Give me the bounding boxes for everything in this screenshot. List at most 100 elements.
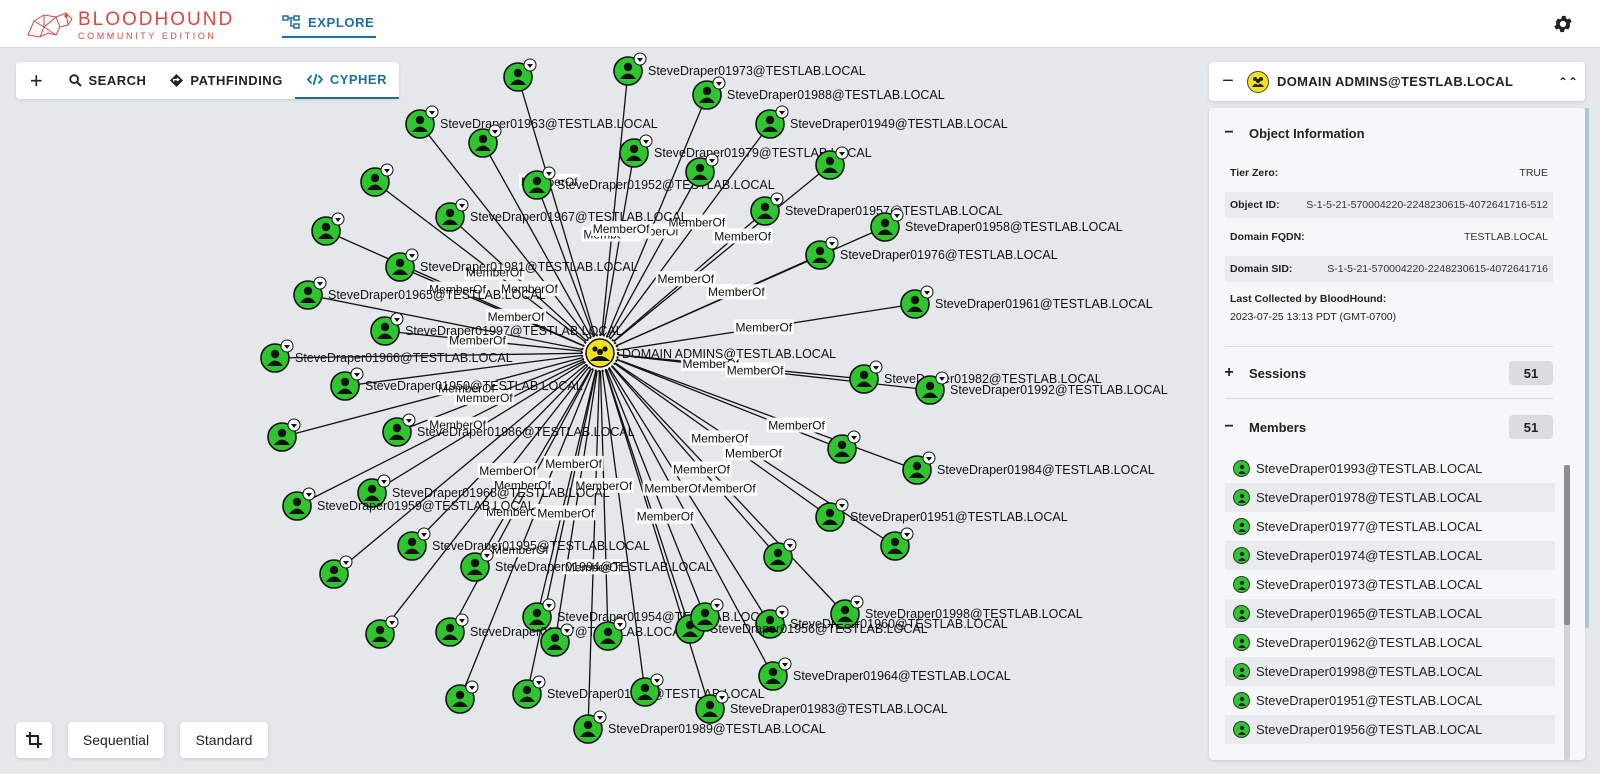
section-divider [1225,346,1553,347]
gear-icon[interactable] [1552,13,1574,35]
object-id-key: Object ID: [1230,199,1280,211]
edge-label: MemberOf [689,430,750,446]
member-list-item[interactable]: SteveDraper01974@TESTLAB.LOCAL [1225,541,1555,570]
user-node[interactable] [360,163,394,197]
user-node[interactable] [902,451,936,485]
user-node[interactable] [512,675,546,709]
user-node[interactable] [827,430,861,464]
user-icon [1233,721,1250,738]
object-id-row: Object ID: S-1-5-21-570004220-2248230615… [1225,192,1553,218]
user-node[interactable] [435,198,469,232]
member-name: SteveDraper01956@TESTLAB.LOCAL [1256,722,1483,737]
user-node[interactable] [445,680,479,714]
member-list-item[interactable]: SteveDraper01962@TESTLAB.LOCAL [1225,628,1555,657]
tab-cypher[interactable]: CYPHER [294,62,399,99]
edge-label-text: MemberOf [727,363,784,377]
member-of-edge[interactable] [599,352,711,710]
user-node[interactable] [282,487,316,521]
user-node[interactable] [849,360,883,394]
user-node[interactable] [397,527,431,561]
user-node[interactable] [750,192,784,226]
user-node[interactable] [460,548,494,582]
member-list-item[interactable]: SteveDraper01951@TESTLAB.LOCAL [1225,686,1555,715]
user-node[interactable] [758,657,792,691]
edge-label-text: MemberOf [725,446,782,460]
node-label: SteveDraper01981@TESTLAB.LOCAL [420,260,638,274]
node-label: SteveDraper01986@TESTLAB.LOCAL [417,425,635,439]
edge-label: MemberOf [712,228,773,244]
node-label: SteveDraper01992@TESTLAB.LOCAL [950,383,1168,397]
expand-icon: + [1224,364,1234,381]
member-list-item[interactable]: SteveDraper01978@TESTLAB.LOCAL [1225,483,1555,512]
member-of-edge[interactable] [599,164,831,354]
member-list-item[interactable]: SteveDraper01956@TESTLAB.LOCAL [1225,715,1555,744]
user-node[interactable] [311,212,345,246]
member-name: SteveDraper01974@TESTLAB.LOCAL [1256,548,1483,563]
member-list-item[interactable]: SteveDraper01965@TESTLAB.LOCAL [1225,599,1555,628]
crop-icon [26,732,42,748]
tier-zero-key: Tier Zero: [1230,167,1279,179]
domain-fqdn-value: TESTLAB.LOCAL [1463,231,1548,243]
edge-label-text: MemberOf [593,222,650,236]
object-information-section[interactable]: − Object Information [1209,118,1585,148]
user-node[interactable] [573,710,607,744]
user-node[interactable] [385,248,419,282]
user-node[interactable] [815,498,849,532]
chevron-up-icon[interactable]: ⌃⌃ [1551,75,1585,89]
nav-explore-label: EXPLORE [308,14,375,30]
user-node[interactable] [330,367,364,401]
user-node[interactable] [692,76,726,110]
edge-label: MemberOf [543,455,604,471]
user-node[interactable] [293,276,327,310]
user-node[interactable] [763,538,797,572]
user-node[interactable] [267,418,301,452]
brand: BLOODHOUND COMMUNITY EDITION [78,10,234,42]
member-list-item[interactable]: SteveDraper01998@TESTLAB.LOCAL [1225,657,1555,686]
code-icon [306,73,323,86]
standard-layout-button[interactable]: Standard [180,722,268,758]
member-name: SteveDraper01962@TESTLAB.LOCAL [1256,635,1483,650]
edge-label-text: MemberOf [657,272,714,286]
domain-sid-value: S-1-5-21-570004220-2248230615-4072641716 [1327,263,1548,275]
user-node[interactable] [900,285,934,319]
sessions-section[interactable]: + Sessions 51 [1209,358,1585,388]
node-label: SteveDraper01967@TESTLAB.LOCAL [470,210,688,224]
sessions-label: Sessions [1249,365,1307,381]
panel-scrollbar[interactable] [1585,108,1589,628]
collapse-panel-button[interactable]: − [1209,70,1247,93]
center-node-label: DOMAIN ADMINS@TESTLAB.LOCAL [622,347,836,361]
user-node[interactable] [365,615,399,649]
user-node[interactable] [382,413,416,447]
entity-panel: − Object Information Tier Zero: TRUE Obj… [1209,108,1585,760]
user-node[interactable] [503,58,537,92]
user-node[interactable] [880,527,914,561]
user-node[interactable] [260,339,294,373]
expand-toolbar-button[interactable]: + [16,62,57,99]
members-scrollbar-thumb[interactable] [1564,465,1570,625]
member-list-item[interactable]: SteveDraper01977@TESTLAB.LOCAL [1225,512,1555,541]
member-list-item[interactable]: SteveDraper01973@TESTLAB.LOCAL [1225,570,1555,599]
last-collected-row: Last Collected by BloodHound: 2023-07-25… [1225,290,1553,326]
node-label: SteveDraper01995@TESTLAB.LOCAL [432,539,650,553]
user-node[interactable] [630,673,664,707]
user-node[interactable] [619,134,653,168]
edge-label: MemberOf [766,417,827,433]
sequential-layout-button[interactable]: Sequential [68,722,164,758]
user-node[interactable] [755,105,789,139]
members-section[interactable]: − Members 51 [1209,412,1585,442]
user-node[interactable] [613,52,647,86]
tab-search[interactable]: SEARCH [57,62,159,99]
user-node[interactable] [370,312,404,346]
nav-explore-tab[interactable]: EXPLORE [282,12,377,38]
user-node[interactable] [435,613,469,647]
edge-label-text: MemberOf [479,464,536,478]
node-label: SteveDraper01976@TESTLAB.LOCAL [840,248,1058,262]
member-list-item[interactable]: SteveDraper01993@TESTLAB.LOCAL [1225,454,1555,483]
user-node[interactable] [319,555,353,589]
tab-pathfinding[interactable]: PATHFINDING [158,62,294,99]
member-name: SteveDraper01951@TESTLAB.LOCAL [1256,693,1483,708]
user-node[interactable] [522,166,556,200]
crop-button[interactable] [16,722,52,758]
user-node[interactable] [805,236,839,270]
user-node[interactable] [405,105,439,139]
